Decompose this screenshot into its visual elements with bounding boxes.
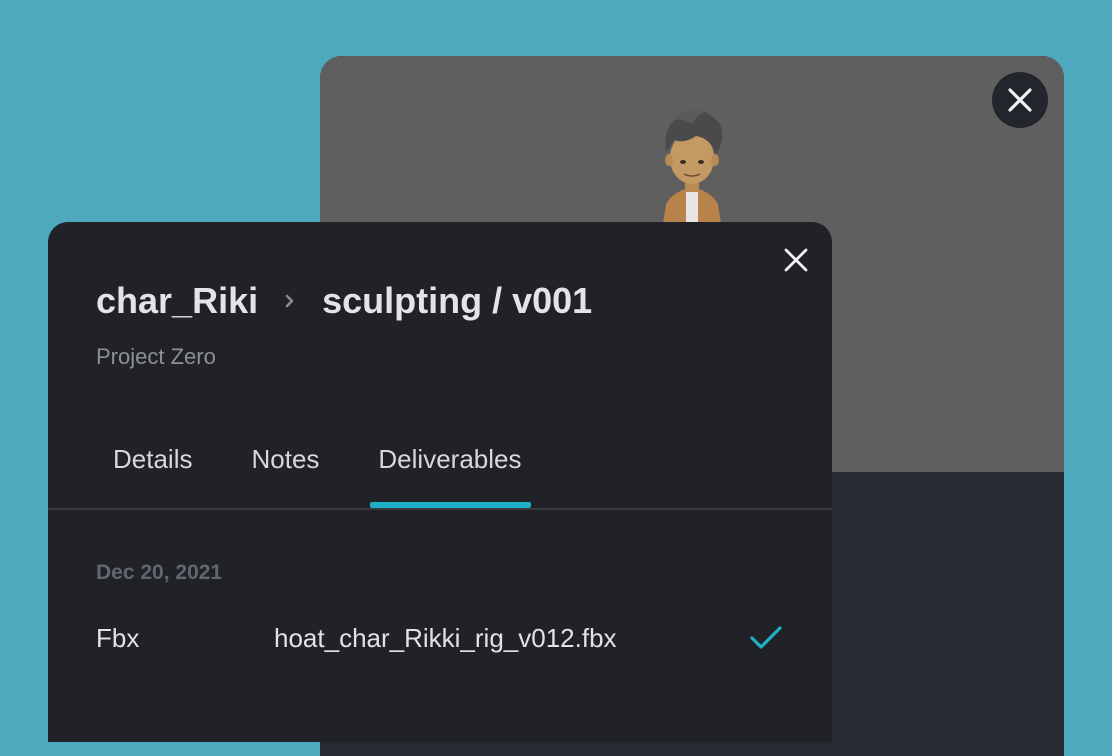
deliverable-filename[interactable]: hoat_char_Rikki_rig_v012.fbx [274,623,746,654]
deliverable-group-date: Dec 20, 2021 [96,561,223,584]
close-icon [1008,88,1032,112]
tab-details[interactable]: Details [96,440,200,508]
tab-bar: Details Notes Deliverables [96,440,572,508]
breadcrumb: char_Riki sculpting / v001 [96,280,592,322]
preview-close-button[interactable] [992,72,1048,128]
breadcrumb-asset[interactable]: char_Riki [96,280,258,322]
tab-divider [48,508,832,510]
panel-close-button[interactable] [778,242,814,278]
deliverable-type: Fbx [96,622,140,653]
breadcrumb-task: sculpting / v001 [322,280,593,321]
tab-deliverables[interactable]: Deliverables [370,440,532,508]
character-model-thumbnail [662,109,723,230]
tab-notes[interactable]: Notes [243,440,327,508]
chevron-right-icon [284,293,296,309]
project-name: Project Zero [96,344,216,369]
task-detail-panel: char_Riki sculpting / v001 Project Zero … [48,222,832,742]
deliverable-row[interactable]: Fbx hoat_char_Rikki_rig_v012.fbx [96,616,786,660]
checkmark-icon [746,618,786,658]
close-icon [784,248,808,272]
